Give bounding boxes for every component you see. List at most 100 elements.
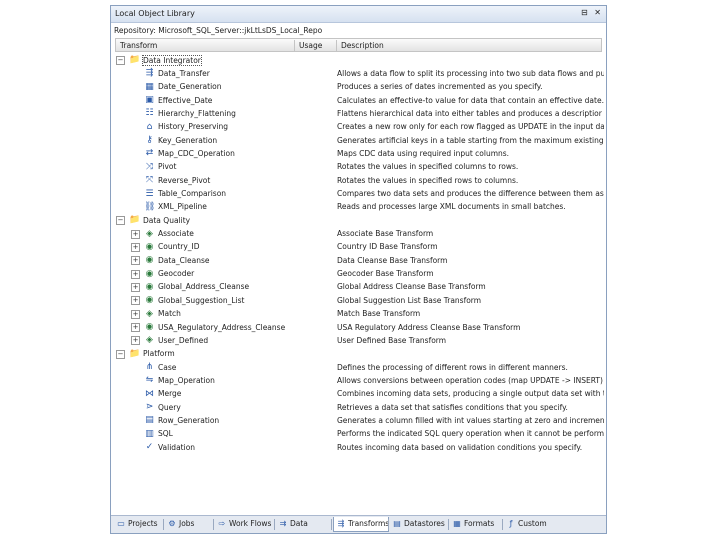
tree-row[interactable]: ⤧ Reverse_Pivot Rotates the values in spec… <box>111 174 606 187</box>
tab-datastores[interactable]: ▤ Datastores <box>390 517 446 531</box>
transform-icon: ◉ <box>145 322 154 332</box>
expand-toggle-icon[interactable]: + <box>131 336 140 346</box>
tree-row[interactable]: ⋔ Case Defines the processing of different… <box>111 361 606 374</box>
tab-transforms[interactable]: ⇶ Transforms <box>333 517 389 532</box>
tab-label: Data Flows <box>290 519 308 528</box>
transform-icon: ⌂ <box>146 121 153 132</box>
column-divider[interactable] <box>336 40 337 51</box>
tree-row[interactable]: ⇋ Map_Operation Allows conversions between… <box>111 374 606 387</box>
tree-row[interactable]: ▦ Date_Generation Produces a series of dat… <box>111 81 606 94</box>
tree-row[interactable]: + ◉ Global_Address_Cleanse Global Address C… <box>111 281 606 294</box>
transform-description: Maps CDC data using required input colum… <box>337 148 510 158</box>
transform-name: Map_Operation <box>158 375 215 385</box>
tab-label: Custom Functions <box>518 519 547 528</box>
tree-row[interactable]: + ◉ USA_Regulatory_Address_Cleanse USA Regu… <box>111 321 606 334</box>
tab-separator <box>331 519 332 530</box>
transform-description: Generates artificial keys in a table sta… <box>337 135 604 145</box>
transform-name: Merge <box>158 389 182 399</box>
transform-name: History_Preserving <box>158 122 228 132</box>
expand-toggle-icon[interactable]: + <box>131 309 140 319</box>
transform-icon: ▦ <box>145 81 154 92</box>
expand-toggle-icon[interactable]: + <box>131 282 140 292</box>
collapse-toggle-icon[interactable]: − <box>116 216 125 226</box>
tree-row[interactable]: ⋗ Query Retrieves a data set that satisfie… <box>111 401 606 414</box>
tree-row[interactable]: + ◉ Data_Cleanse Data Cleanse Base Transfor… <box>111 254 606 267</box>
tree-row[interactable]: + ◈ Match Match Base Transform <box>111 308 606 321</box>
transform-icon: ◉ <box>145 255 154 266</box>
tree-row[interactable]: ☷ Hierarchy_Flattening Flattens hierarchic… <box>111 107 606 120</box>
transform-description: Rotates the values in specified columns … <box>337 162 519 172</box>
tab-projects[interactable]: ▭ Projects <box>114 517 162 531</box>
tree-row[interactable]: ⤨ Pivot Rotates the values in specified co… <box>111 161 606 174</box>
tree-row[interactable]: ⌂ History_Preserving Creates a new row onl… <box>111 121 606 134</box>
transform-name: Data Integrator <box>142 54 202 66</box>
tab-label: Jobs <box>179 519 195 528</box>
tree-row[interactable]: + ◈ Associate Associate Base Transform <box>111 228 606 241</box>
column-divider[interactable] <box>294 40 295 51</box>
tab-custom-functions[interactable]: ƒ Custom Functions <box>504 517 578 531</box>
expand-toggle-icon[interactable]: + <box>131 242 140 252</box>
tree-row[interactable]: + ◈ User_Defined User Defined Base Transfor… <box>111 334 606 347</box>
tree-category-row[interactable]: − 📁 Data Integrator <box>111 54 606 67</box>
transform-icon: ⇶ <box>145 68 154 79</box>
transform-icon: ✓ <box>145 442 154 453</box>
collapse-toggle-icon[interactable]: − <box>116 56 125 65</box>
transform-name: Global_Address_Cleanse <box>158 282 250 292</box>
transform-description: Allows a data flow to split its processi… <box>337 68 604 78</box>
tree-row[interactable]: ▣ Effective_Date Calculates an effective-t… <box>111 94 606 107</box>
transform-name: Query <box>158 402 181 412</box>
panel-window-controls-icon[interactable]: ⊟ ✕ <box>581 8 603 17</box>
transform-description: USA Regulatory Address Cleanse Base Tran… <box>337 322 521 332</box>
tree-row[interactable]: + ◉ Geocoder Geocoder Base Transform <box>111 268 606 281</box>
tab-label: Work Flows <box>229 519 272 528</box>
tree-row[interactable]: + ◉ Country_ID Country ID Base Transform <box>111 241 606 254</box>
tree-row[interactable]: ✓ Validation Routes incoming data based on… <box>111 441 606 454</box>
tree-category-row[interactable]: − 📁 Platform <box>111 348 606 361</box>
transform-name: Row_Generation <box>158 415 220 425</box>
transform-name: Data_Cleanse <box>158 255 210 265</box>
tab-label: Projects <box>128 519 158 528</box>
column-transform[interactable]: Transform <box>120 41 157 50</box>
folder-icon: 📁 <box>129 215 141 226</box>
transform-description: Associate Base Transform <box>337 229 434 239</box>
transform-name: Geocoder <box>158 269 195 279</box>
column-usage[interactable]: Usage <box>299 41 322 50</box>
expand-toggle-icon[interactable]: + <box>131 269 140 279</box>
tree-row[interactable]: ⋈ Merge Combines incoming data sets, produ… <box>111 388 606 401</box>
tree-category-row[interactable]: − 📁 Data Quality <box>111 214 606 227</box>
transform-description: Performs the indicated SQL query operati… <box>337 429 604 439</box>
transform-icon: ⋔ <box>145 362 154 373</box>
tab-work-flows[interactable]: ⇨ Work Flows <box>215 517 273 531</box>
transform-icon: ◉ <box>145 295 154 306</box>
transform-icon: ☷ <box>145 108 154 119</box>
transform-description: Match Base Transform <box>337 309 421 319</box>
expand-toggle-icon[interactable]: + <box>131 323 140 332</box>
column-description[interactable]: Description <box>341 41 384 50</box>
transform-description: Calculates an effective-to value for dat… <box>337 95 604 105</box>
transform-description: Reads and processes large XML documents … <box>337 202 566 212</box>
tab-data-flows[interactable]: ⇉Data Flows <box>276 517 330 531</box>
transform-description: Country ID Base Transform <box>337 242 438 252</box>
tab-jobs[interactable]: ⚙ Jobs <box>165 517 211 531</box>
collapse-toggle-icon[interactable]: − <box>116 349 125 359</box>
tree-row[interactable]: ⚷ Key_Generation Generates artificial keys… <box>111 134 606 147</box>
expand-toggle-icon[interactable]: + <box>131 256 140 266</box>
transform-icon: ⋈ <box>145 388 154 399</box>
transform-icon: ◈ <box>146 228 153 239</box>
tree-row[interactable]: ⇄ Map_CDC_Operation Maps CDC data using re… <box>111 147 606 160</box>
transform-name: User_Defined <box>158 335 209 345</box>
tree-row[interactable]: + ◉ Global_Suggestion_List Global Suggestio… <box>111 294 606 307</box>
expand-toggle-icon[interactable]: + <box>131 229 140 239</box>
expand-toggle-icon[interactable]: + <box>131 296 140 306</box>
tree-row[interactable]: ☰ Table_Comparison Compares two data sets … <box>111 188 606 201</box>
transform-name: Case <box>158 362 177 372</box>
tree-row[interactable]: ▥ SQL Performs the indicated SQL query ope… <box>111 428 606 441</box>
tree-row[interactable]: ⇶ Data_Transfer Allows a data flow to spli… <box>111 67 606 80</box>
tree-row[interactable]: ▤ Row_Generation Generates a column filled… <box>111 414 606 427</box>
transform-description: Allows conversions between operation cod… <box>337 375 604 385</box>
tab-separator <box>213 519 214 530</box>
tab-formats[interactable]: ▦ Formats <box>450 517 500 531</box>
panel-titlebar: Local Object Library ⊟ ✕ <box>111 6 606 23</box>
transform-name: Table_Comparison <box>158 189 227 198</box>
tree-row[interactable]: ⛓ XML_Pipeline Reads and processes large X… <box>111 201 606 214</box>
